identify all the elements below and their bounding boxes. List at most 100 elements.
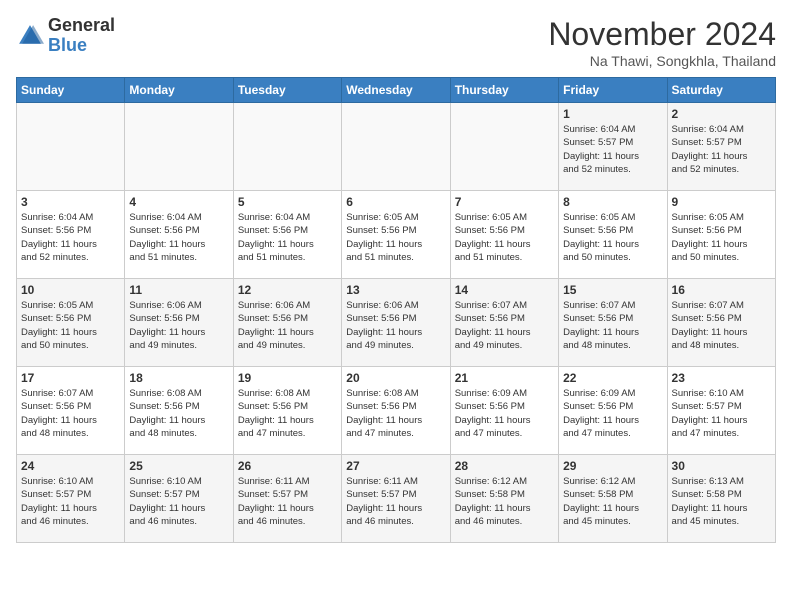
calendar-cell: 19 Sunrise: 6:08 AM Sunset: 5:56 PM Dayli… (233, 367, 341, 455)
day-info: Sunrise: 6:10 AM Sunset: 5:57 PM Dayligh… (21, 475, 120, 528)
calendar-cell: 24 Sunrise: 6:10 AM Sunset: 5:57 PM Dayli… (17, 455, 125, 543)
day-info: Sunrise: 6:07 AM Sunset: 5:56 PM Dayligh… (563, 299, 662, 352)
calendar-table: SundayMondayTuesdayWednesdayThursdayFrid… (16, 77, 776, 543)
day-number: 26 (238, 459, 337, 473)
calendar-cell: 23 Sunrise: 6:10 AM Sunset: 5:57 PM Dayli… (667, 367, 775, 455)
calendar-cell: 17Sunrise: 6:07 AM Sunset: 5:56 PM Dayli… (17, 367, 125, 455)
calendar-cell (17, 103, 125, 191)
calendar-cell: 21 Sunrise: 6:09 AM Sunset: 5:56 PM Dayli… (450, 367, 558, 455)
calendar-cell: 11 Sunrise: 6:06 AM Sunset: 5:56 PM Dayli… (125, 279, 233, 367)
logo: General Blue (16, 16, 115, 56)
calendar-cell: 30Sunrise: 6:13 AM Sunset: 5:58 PM Dayli… (667, 455, 775, 543)
day-number: 7 (455, 195, 554, 209)
calendar-cell: 5 Sunrise: 6:04 AM Sunset: 5:56 PM Daylig… (233, 191, 341, 279)
calendar-cell: 3 Sunrise: 6:04 AM Sunset: 5:56 PM Daylig… (17, 191, 125, 279)
day-info: Sunrise: 6:05 AM Sunset: 5:56 PM Dayligh… (563, 211, 662, 264)
day-info: Sunrise: 6:11 AM Sunset: 5:57 PM Dayligh… (238, 475, 337, 528)
weekday-header-wednesday: Wednesday (342, 78, 450, 103)
weekday-header-sunday: Sunday (17, 78, 125, 103)
day-info: Sunrise: 6:10 AM Sunset: 5:57 PM Dayligh… (129, 475, 228, 528)
calendar-cell: 7 Sunrise: 6:05 AM Sunset: 5:56 PM Daylig… (450, 191, 558, 279)
logo-blue: Blue (48, 35, 87, 55)
day-number: 5 (238, 195, 337, 209)
day-number: 19 (238, 371, 337, 385)
day-number: 25 (129, 459, 228, 473)
month-title: November 2024 (548, 16, 776, 53)
week-row-1: 1Sunrise: 6:04 AM Sunset: 5:57 PM Daylig… (17, 103, 776, 191)
day-info: Sunrise: 6:04 AM Sunset: 5:56 PM Dayligh… (21, 211, 120, 264)
day-number: 15 (563, 283, 662, 297)
weekday-header-saturday: Saturday (667, 78, 775, 103)
day-number: 27 (346, 459, 445, 473)
page-header: General Blue November 2024 Na Thawi, Son… (16, 16, 776, 69)
day-number: 23 (672, 371, 771, 385)
day-number: 12 (238, 283, 337, 297)
day-number: 11 (129, 283, 228, 297)
day-info: Sunrise: 6:04 AM Sunset: 5:57 PM Dayligh… (563, 123, 662, 176)
day-info: Sunrise: 6:09 AM Sunset: 5:56 PM Dayligh… (455, 387, 554, 440)
day-info: Sunrise: 6:05 AM Sunset: 5:56 PM Dayligh… (346, 211, 445, 264)
day-number: 3 (21, 195, 120, 209)
calendar-cell: 27 Sunrise: 6:11 AM Sunset: 5:57 PM Dayli… (342, 455, 450, 543)
calendar-cell: 2 Sunrise: 6:04 AM Sunset: 5:57 PM Daylig… (667, 103, 775, 191)
day-info: Sunrise: 6:07 AM Sunset: 5:56 PM Dayligh… (455, 299, 554, 352)
calendar-cell: 10 Sunrise: 6:05 AM Sunset: 5:56 PM Dayli… (17, 279, 125, 367)
day-info: Sunrise: 6:06 AM Sunset: 5:56 PM Dayligh… (129, 299, 228, 352)
day-info: Sunrise: 6:04 AM Sunset: 5:56 PM Dayligh… (129, 211, 228, 264)
calendar-cell: 22Sunrise: 6:09 AM Sunset: 5:56 PM Dayli… (559, 367, 667, 455)
day-info: Sunrise: 6:05 AM Sunset: 5:56 PM Dayligh… (21, 299, 120, 352)
day-info: Sunrise: 6:05 AM Sunset: 5:56 PM Dayligh… (672, 211, 771, 264)
calendar-cell: 20 Sunrise: 6:08 AM Sunset: 5:56 PM Dayli… (342, 367, 450, 455)
day-number: 10 (21, 283, 120, 297)
day-info: Sunrise: 6:08 AM Sunset: 5:56 PM Dayligh… (346, 387, 445, 440)
calendar-cell: 12 Sunrise: 6:06 AM Sunset: 5:56 PM Dayli… (233, 279, 341, 367)
calendar-cell (342, 103, 450, 191)
day-info: Sunrise: 6:11 AM Sunset: 5:57 PM Dayligh… (346, 475, 445, 528)
logo-text: General Blue (48, 16, 115, 56)
logo-general: General (48, 15, 115, 35)
calendar-cell (450, 103, 558, 191)
day-number: 13 (346, 283, 445, 297)
calendar-cell (125, 103, 233, 191)
day-info: Sunrise: 6:08 AM Sunset: 5:56 PM Dayligh… (238, 387, 337, 440)
calendar-cell (233, 103, 341, 191)
day-info: Sunrise: 6:09 AM Sunset: 5:56 PM Dayligh… (563, 387, 662, 440)
day-info: Sunrise: 6:12 AM Sunset: 5:58 PM Dayligh… (563, 475, 662, 528)
day-info: Sunrise: 6:07 AM Sunset: 5:56 PM Dayligh… (672, 299, 771, 352)
day-info: Sunrise: 6:12 AM Sunset: 5:58 PM Dayligh… (455, 475, 554, 528)
weekday-header-thursday: Thursday (450, 78, 558, 103)
calendar-cell: 16Sunrise: 6:07 AM Sunset: 5:56 PM Dayli… (667, 279, 775, 367)
calendar-cell: 8 Sunrise: 6:05 AM Sunset: 5:56 PM Daylig… (559, 191, 667, 279)
week-row-2: 3 Sunrise: 6:04 AM Sunset: 5:56 PM Daylig… (17, 191, 776, 279)
day-number: 24 (21, 459, 120, 473)
week-row-3: 10 Sunrise: 6:05 AM Sunset: 5:56 PM Dayli… (17, 279, 776, 367)
weekday-header-row: SundayMondayTuesdayWednesdayThursdayFrid… (17, 78, 776, 103)
calendar-cell: 4Sunrise: 6:04 AM Sunset: 5:56 PM Daylig… (125, 191, 233, 279)
weekday-header-monday: Monday (125, 78, 233, 103)
calendar-cell: 13 Sunrise: 6:06 AM Sunset: 5:56 PM Dayli… (342, 279, 450, 367)
day-number: 21 (455, 371, 554, 385)
day-info: Sunrise: 6:06 AM Sunset: 5:56 PM Dayligh… (238, 299, 337, 352)
calendar-cell: 29 Sunrise: 6:12 AM Sunset: 5:58 PM Dayli… (559, 455, 667, 543)
day-info: Sunrise: 6:04 AM Sunset: 5:57 PM Dayligh… (672, 123, 771, 176)
weekday-header-tuesday: Tuesday (233, 78, 341, 103)
calendar-cell: 28Sunrise: 6:12 AM Sunset: 5:58 PM Dayli… (450, 455, 558, 543)
day-number: 8 (563, 195, 662, 209)
calendar-cell: 25 Sunrise: 6:10 AM Sunset: 5:57 PM Dayli… (125, 455, 233, 543)
calendar-cell: 6Sunrise: 6:05 AM Sunset: 5:56 PM Daylig… (342, 191, 450, 279)
day-info: Sunrise: 6:08 AM Sunset: 5:56 PM Dayligh… (129, 387, 228, 440)
day-number: 20 (346, 371, 445, 385)
title-block: November 2024 Na Thawi, Songkhla, Thaila… (548, 16, 776, 69)
calendar-cell: 15 Sunrise: 6:07 AM Sunset: 5:56 PM Dayli… (559, 279, 667, 367)
day-info: Sunrise: 6:05 AM Sunset: 5:56 PM Dayligh… (455, 211, 554, 264)
day-number: 29 (563, 459, 662, 473)
day-info: Sunrise: 6:04 AM Sunset: 5:56 PM Dayligh… (238, 211, 337, 264)
day-info: Sunrise: 6:13 AM Sunset: 5:58 PM Dayligh… (672, 475, 771, 528)
day-info: Sunrise: 6:10 AM Sunset: 5:57 PM Dayligh… (672, 387, 771, 440)
day-info: Sunrise: 6:07 AM Sunset: 5:56 PM Dayligh… (21, 387, 120, 440)
day-number: 2 (672, 107, 771, 121)
calendar-cell: 1Sunrise: 6:04 AM Sunset: 5:57 PM Daylig… (559, 103, 667, 191)
location-title: Na Thawi, Songkhla, Thailand (548, 53, 776, 69)
day-info: Sunrise: 6:06 AM Sunset: 5:56 PM Dayligh… (346, 299, 445, 352)
week-row-4: 17Sunrise: 6:07 AM Sunset: 5:56 PM Dayli… (17, 367, 776, 455)
